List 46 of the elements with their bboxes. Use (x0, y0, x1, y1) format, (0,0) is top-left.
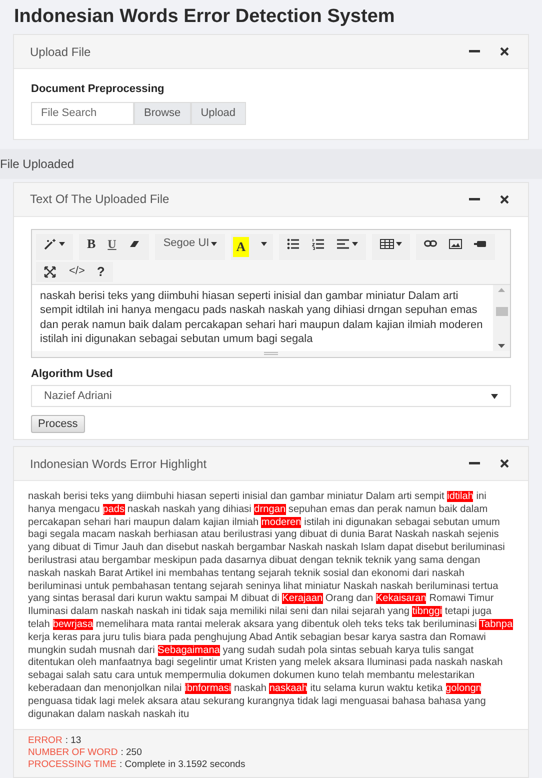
caret-icon (260, 242, 267, 246)
minimize-icon (468, 50, 480, 53)
stat-label: ERROR (28, 735, 62, 748)
toolbar-button[interactable]: ? (90, 262, 111, 282)
toolbar-button[interactable]: </> (63, 262, 91, 282)
scroll-up-icon (498, 288, 505, 292)
process-button[interactable]: Process (31, 415, 85, 433)
scrollbar[interactable] (493, 284, 510, 350)
resize-handle-icon (264, 352, 278, 355)
magic-wand-icon (44, 238, 57, 250)
file-button[interactable]: Upload (190, 102, 246, 124)
toolbar-button[interactable]: B (81, 234, 102, 254)
image-icon (448, 238, 462, 250)
toolbar-button[interactable]: U (102, 234, 122, 254)
dropdown-arrow-icon (491, 394, 498, 398)
bullet-list-icon (286, 238, 300, 250)
minimize-icon (468, 462, 480, 465)
minimize-icon (468, 198, 480, 200)
section-heading: File Uploaded (0, 148, 542, 178)
close-icon (500, 194, 508, 204)
close-icon (500, 459, 508, 468)
stat-value: : 250 (120, 747, 142, 760)
align-left-icon (336, 238, 350, 250)
panel-title: Indonesian Words Error Highlight (30, 456, 208, 472)
editor-text: naskah berisi teks yang diimbuhi hiasan seperti inisial dan gambar miniatur Dalam arti sempit idtilah ini hanya mengacu pads naskah naskah yang dihiasi drngan sepuhan emas dan perak namun baik dalam percakapan sehari hari maupun dalam kajian ilmiah moderen istilah ini digunakan sebagai sebutan umum bagi segala (39, 288, 484, 347)
section-label: Document Preprocessing (31, 82, 166, 97)
expand-icon (44, 266, 57, 278)
link-icon (424, 238, 437, 250)
table-icon (380, 238, 394, 250)
file-search-field[interactable]: File Search (31, 102, 134, 124)
file-button[interactable]: Browse (134, 102, 191, 124)
dropdown-value: Nazief Adriani (44, 388, 113, 404)
stat-value: : Complete in 3.1592 seconds (120, 759, 246, 772)
stat-value: : 13 (65, 735, 82, 748)
numbered-list-icon (312, 238, 325, 250)
panel-title: Upload File (30, 44, 92, 60)
close-icon (500, 47, 508, 56)
panel-title: Text Of The Uploaded File (30, 191, 170, 208)
stat-label: NUMBER OF WORD (28, 747, 118, 760)
page-title: Indonesian Words Error Detection System (13, 5, 396, 29)
scroll-thumb[interactable] (496, 307, 508, 316)
stat-label: PROCESSING TIME (28, 759, 117, 772)
field-label: Algorithm Used (31, 366, 114, 382)
algorithm-dropdown[interactable]: Nazief Adriani (31, 385, 511, 407)
scroll-down-icon (498, 344, 505, 348)
toolbar-button[interactable]: A (233, 236, 249, 256)
